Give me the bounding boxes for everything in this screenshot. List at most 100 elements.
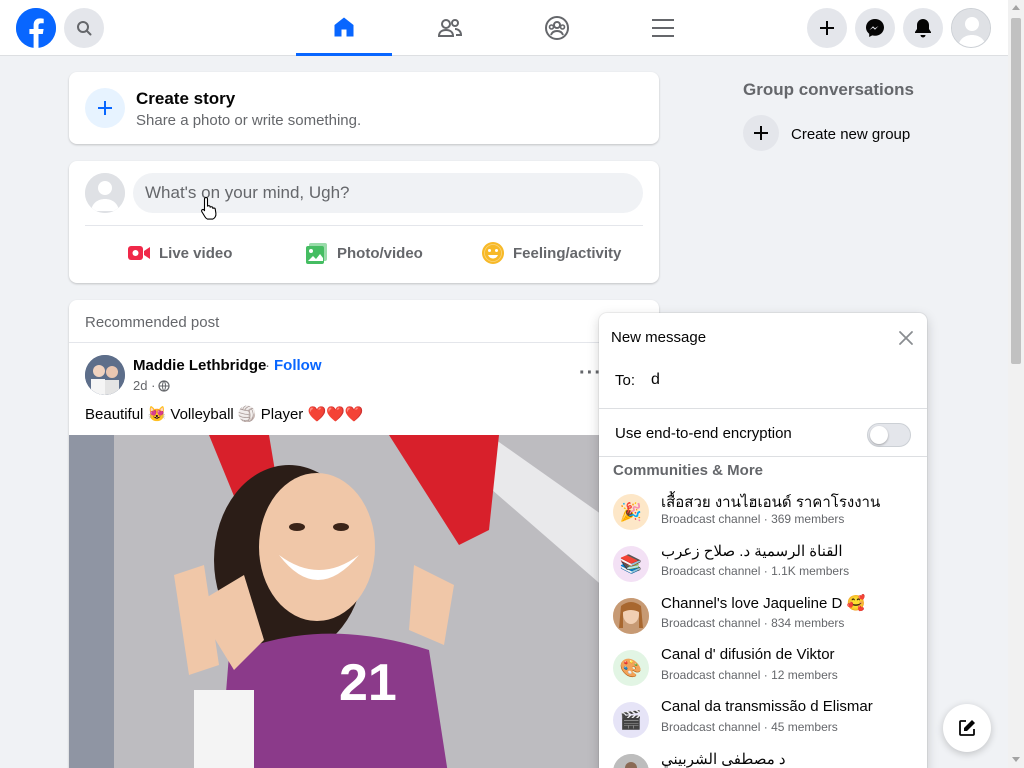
notifications-button[interactable] [903,8,943,48]
facebook-logo[interactable] [16,8,56,48]
live-video-label: Live video [159,244,233,262]
search-icon [77,21,92,36]
palette-icon: 🎨 [613,650,649,686]
photo-icon [306,243,327,264]
compose-icon [959,720,975,736]
close-icon [899,331,913,345]
search-button[interactable] [64,8,104,48]
post-time[interactable]: 2d · [133,378,155,393]
channel-name: Channel's love Jaqueline D 🥰 [661,595,866,612]
post-author-name[interactable]: Maddie Lethbridge [133,357,266,374]
recommended-post: Recommended post Maddie Lethbridge · Fol… [69,300,659,768]
create-button[interactable] [807,8,847,48]
channel-members: Broadcast channel · 12 members [661,668,838,682]
globe-icon [158,379,171,392]
post-composer: What's on your mind, Ugh? Live video Pho… [69,161,659,283]
channel-name: Canal da transmissão d Elismar [661,698,873,715]
post-photo[interactable]: 21 [69,435,659,768]
create-story-card[interactable]: Create story Share a photo or write some… [69,72,659,144]
recipient-input[interactable]: d [651,371,660,389]
clapperboard-icon: 🎬 [613,702,649,738]
feeling-icon [482,242,504,264]
channel-item[interactable]: 📚 القناة الرسمية د. صلاح زعرب Broadcast … [599,539,927,591]
jersey-number: 21 [339,654,397,712]
groups-icon [545,16,569,40]
create-new-group-label[interactable]: Create new group [791,126,910,143]
feeling-activity-label: Feeling/activity [513,244,622,262]
top-navigation-bar [0,0,1008,56]
channel-item[interactable]: 🎨 Canal d' difusión de Viktor Broadcast … [599,643,927,695]
menu-icon [652,19,674,37]
communities-section-title: Communities & More [613,462,764,479]
post-divider [69,342,659,343]
tab-friends[interactable] [402,0,498,56]
tab-home[interactable] [296,0,392,56]
profile-photo [613,598,649,634]
channel-members: Broadcast channel · 45 members [661,720,838,734]
channel-avatar [613,754,649,768]
scroll-up-arrow[interactable] [1012,5,1020,10]
profile-photo [613,754,649,768]
scroll-down-arrow[interactable] [1012,757,1020,762]
author-photo [85,355,125,395]
recommended-post-label: Recommended post [85,314,220,331]
channel-name: Canal d' difusión de Viktor [661,646,835,663]
home-icon [334,17,354,36]
friends-icon [437,19,463,37]
plus-icon [98,101,112,115]
channel-members: Broadcast channel · 834 members [661,616,845,630]
account-avatar[interactable] [951,8,991,48]
channel-item[interactable]: 🎬 Canal da transmissão d Elismar Broadca… [599,695,927,747]
messenger-icon [866,19,884,37]
new-message-button[interactable] [943,704,991,752]
channel-members: Broadcast channel · 1.1K members [661,564,850,578]
encryption-toggle[interactable] [867,423,911,447]
live-video-button[interactable]: Live video [127,233,232,273]
live-video-icon [128,246,150,260]
close-button[interactable] [895,327,917,349]
channel-name: เสื้อสวย งานไฮเอนด์ ราคาโรงงาน [661,494,881,511]
books-icon: 📚 [613,546,649,582]
volleyball-player-photo: 21 [69,435,659,768]
create-new-group-button[interactable] [743,115,779,151]
encryption-label: Use end-to-end encryption [615,425,792,442]
follow-button[interactable]: Follow [274,357,322,374]
page-scrollbar[interactable] [1008,0,1024,768]
messenger-button[interactable] [855,8,895,48]
photo-video-button[interactable]: Photo/video [305,233,423,273]
post-text: Beautiful 😻 Volleyball 🏐 Player ❤️❤️❤️ [85,406,364,423]
post-author-avatar[interactable] [85,355,125,395]
toggle-knob [870,426,888,444]
panel-divider [599,408,927,409]
channel-name: القناة الرسمية د. صلاح زعرب [661,543,843,560]
panel-divider [599,456,927,457]
create-story-subtitle: Share a photo or write something. [136,112,362,129]
avatar-icon [952,9,990,47]
scrollbar-thumb[interactable] [1011,18,1021,364]
new-message-title: New message [611,329,707,346]
tab-menu[interactable] [615,0,711,56]
photo-video-label: Photo/video [337,244,423,262]
composer-divider [85,225,643,226]
channel-item[interactable]: 🎉 เสื้อสวย งานไฮเอนด์ ราคาโรงงาน Broadca… [599,487,927,539]
plus-icon [754,126,768,140]
post-meta: 2d · [133,378,171,393]
channel-avatar [613,598,649,634]
to-label: To: [615,372,636,389]
channel-members: Broadcast channel · 369 members [661,512,845,526]
feeling-activity-button[interactable]: Feeling/activity [481,233,621,273]
hand-cursor-icon [200,196,218,225]
post-separator-dot: · [265,357,270,374]
channel-item[interactable]: Channel's love Jaqueline D 🥰 Broadcast c… [599,591,927,643]
story-plus-button[interactable] [85,88,125,128]
party-icon: 🎉 [613,494,649,530]
channel-item[interactable]: د مصطفى الشربيني [599,747,927,768]
channel-name: د مصطفى الشربيني [661,751,786,768]
bell-icon [915,19,931,38]
composer-avatar[interactable] [85,173,125,213]
group-conversations-title: Group conversations [743,80,914,99]
create-story-title: Create story [136,89,236,108]
tab-groups[interactable] [509,0,605,56]
avatar-icon [85,173,125,213]
new-message-panel: New message To: d Use end-to-end encrypt… [599,313,927,768]
